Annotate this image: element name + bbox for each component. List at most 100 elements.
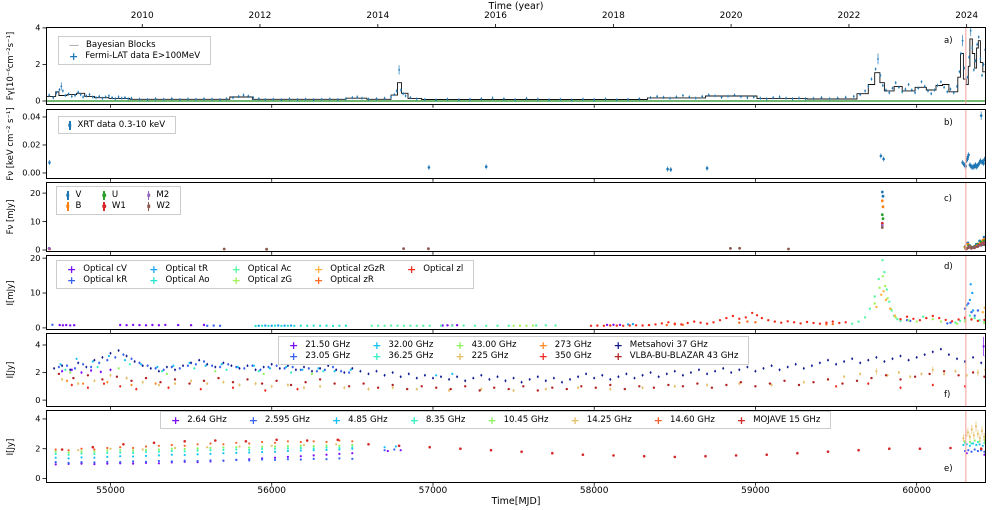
year-tick-label: 2016 xyxy=(484,11,507,21)
legend-entry: + Optical zl xyxy=(407,262,464,276)
u-marker-icon xyxy=(103,190,105,200)
legend-entry-label: 43.00 GHz xyxy=(471,340,517,350)
legend-entry-label: 32.00 GHz xyxy=(388,340,434,350)
panel-c-ylabel: Fν [mJy] xyxy=(6,199,16,235)
legend-entry-label: 225 GHz xyxy=(471,351,509,361)
legend-entry: + Optical cV xyxy=(67,264,127,275)
legend-entry-label: M2 xyxy=(156,190,170,200)
legend-entry-label: B xyxy=(75,201,82,211)
legend-panel-b: XRT data 0.3-10 keV xyxy=(58,116,177,134)
legend-entry-label: Optical zG xyxy=(247,275,293,285)
svg-text:10: 10 xyxy=(30,216,40,226)
legend-entry: +10.45 GHz xyxy=(487,415,549,426)
legend-entry-label: 10.45 GHz xyxy=(503,415,549,425)
optical-zr-marker-icon: + xyxy=(314,273,324,287)
legend-entry-label: MOJAVE 15 GHz xyxy=(753,415,821,425)
legend-entry-label: 273 GHz xyxy=(554,340,592,350)
legend-entry: +14.25 GHz xyxy=(570,413,632,427)
panel-d-ylabel: I[mJy] xyxy=(6,280,16,305)
legend-entry-label: Optical zl xyxy=(423,264,464,274)
legend-entry-label: W1 xyxy=(111,201,126,211)
legend-entry: W2 xyxy=(147,201,171,211)
fermi-lat-data-e-100mev-marker-icon: + xyxy=(69,49,79,63)
year-tick-label: 2012 xyxy=(248,11,272,21)
legend-entry: +36.25 GHz xyxy=(372,351,433,362)
w2-marker-icon xyxy=(147,201,150,211)
svg-text:10: 10 xyxy=(30,288,40,298)
optical-tr-marker-icon: + xyxy=(149,262,159,276)
legend-entry: + Metsahovi 37 GHz xyxy=(614,340,739,351)
w1-marker-icon xyxy=(103,201,105,211)
mjd-tick-label: 60000 xyxy=(902,486,931,496)
legend-entry-label: 14.25 GHz xyxy=(586,415,632,425)
year-tick-label: 2010 xyxy=(130,11,154,21)
legend-entry-label: U xyxy=(111,190,119,200)
legend-entry: M2 xyxy=(147,190,170,200)
year-tick-label: 2014 xyxy=(366,11,390,21)
panel-e-ylabel: I[Jy] xyxy=(6,438,16,455)
optical-zg-marker-icon: + xyxy=(231,273,241,287)
legend-entry-label: 2.595 GHz xyxy=(264,415,310,425)
panel-letter: d) xyxy=(944,262,953,272)
legend-entry: + MOJAVE 15 GHz xyxy=(736,413,821,427)
14-60-ghz-marker-icon: + xyxy=(653,413,663,427)
mjd-tick-label: 55000 xyxy=(96,486,125,496)
svg-text:0: 0 xyxy=(35,473,40,483)
optical-zl-marker-icon: + xyxy=(407,262,417,276)
legend-entry: + Optical tR xyxy=(149,262,209,276)
panel-letter: f) xyxy=(944,390,951,400)
legend-entry: + Optical zG xyxy=(231,273,293,287)
xrt-data-0-3-10-kev-marker-icon xyxy=(69,120,71,130)
legend-entry-label: 14.60 GHz xyxy=(669,415,715,425)
legend-panel-a: — Bayesian Blocks + Fermi-LAT data E>100MeV xyxy=(58,36,212,65)
legend-entry: +4.85 GHz xyxy=(331,413,388,427)
legend-entry: + Optical zGzR xyxy=(314,264,386,275)
legend-entry: +43.00 GHz xyxy=(455,340,517,351)
legend-entry: V xyxy=(67,190,81,200)
panel-b-ylabel: Fν [keV cm⁻² s⁻¹] xyxy=(6,107,16,181)
legend-panel-e: +2.64 GHz +2.595 GHz +4.85 GHz +8.35 GHz +10… xyxy=(160,411,832,429)
vlba-bu-blazar-43-ghz-marker-icon: + xyxy=(613,349,623,363)
273-ghz-marker-icon: + xyxy=(538,338,548,352)
svg-text:2: 2 xyxy=(35,59,40,69)
legend-entry: + Optical Ao xyxy=(149,275,210,286)
panel-letter: b) xyxy=(944,118,953,128)
bottom-axis-title: Time[MJD] xyxy=(491,496,541,507)
legend-entry-label: W2 xyxy=(156,201,171,211)
legend-entry-label: 350 GHz xyxy=(554,351,592,361)
svg-text:0.04: 0.04 xyxy=(22,112,40,122)
legend-entry: +8.35 GHz xyxy=(410,415,466,426)
mojave-15-ghz-marker-icon: + xyxy=(736,413,747,427)
b-marker-icon xyxy=(67,201,69,211)
legend-entry: +273 GHz xyxy=(538,338,592,352)
legend-entry-label: Metsahovi 37 GHz xyxy=(629,340,708,350)
multiwavelength-lightcurve-figure: Time (year) Time[MJD] 2010 2012 2014 2016 20… xyxy=(0,0,997,510)
legend-entry: +14.60 GHz xyxy=(653,413,715,427)
panel-letter: c) xyxy=(944,194,952,204)
legend-entry: +2.64 GHz xyxy=(171,415,227,426)
panel-a-ylabel: Fγ[10⁻⁶cm⁻²s⁻¹] xyxy=(6,31,16,101)
svg-text:20: 20 xyxy=(30,188,40,198)
legend-entry-label: Optical tR xyxy=(165,264,208,274)
legend-entry-label: Bayesian Blocks xyxy=(86,40,156,50)
mjd-tick-label: 56000 xyxy=(257,486,287,496)
svg-text:0.00: 0.00 xyxy=(22,168,40,178)
legend-entry-label: Optical Ao xyxy=(165,275,210,285)
legend-entry-label: Optical zGzR xyxy=(330,264,386,274)
legend-entry-label: 2.64 GHz xyxy=(187,415,227,425)
m2-marker-icon xyxy=(147,190,150,200)
23-05-ghz-marker-icon: + xyxy=(289,349,299,363)
year-tick-label: 2020 xyxy=(719,11,743,21)
14-25-ghz-marker-icon: + xyxy=(570,413,580,427)
legend-entry: +225 GHz xyxy=(455,351,516,362)
svg-text:0: 0 xyxy=(35,323,40,333)
svg-text:2: 2 xyxy=(35,367,40,377)
legend-panel-f: +21.50 GHz +23.05 GHz +32.00 GHz +36.25 GHz… xyxy=(278,336,750,365)
4-85-ghz-marker-icon: + xyxy=(331,413,342,427)
legend-entry: B xyxy=(67,201,81,211)
legend-entry: +23.05 GHz xyxy=(289,349,350,363)
legend-entry-label: Optical zR xyxy=(330,275,374,285)
32-00-ghz-marker-icon: + xyxy=(372,338,382,352)
bayesian-blocks-marker-icon: — xyxy=(69,39,79,51)
svg-text:2: 2 xyxy=(35,443,40,453)
